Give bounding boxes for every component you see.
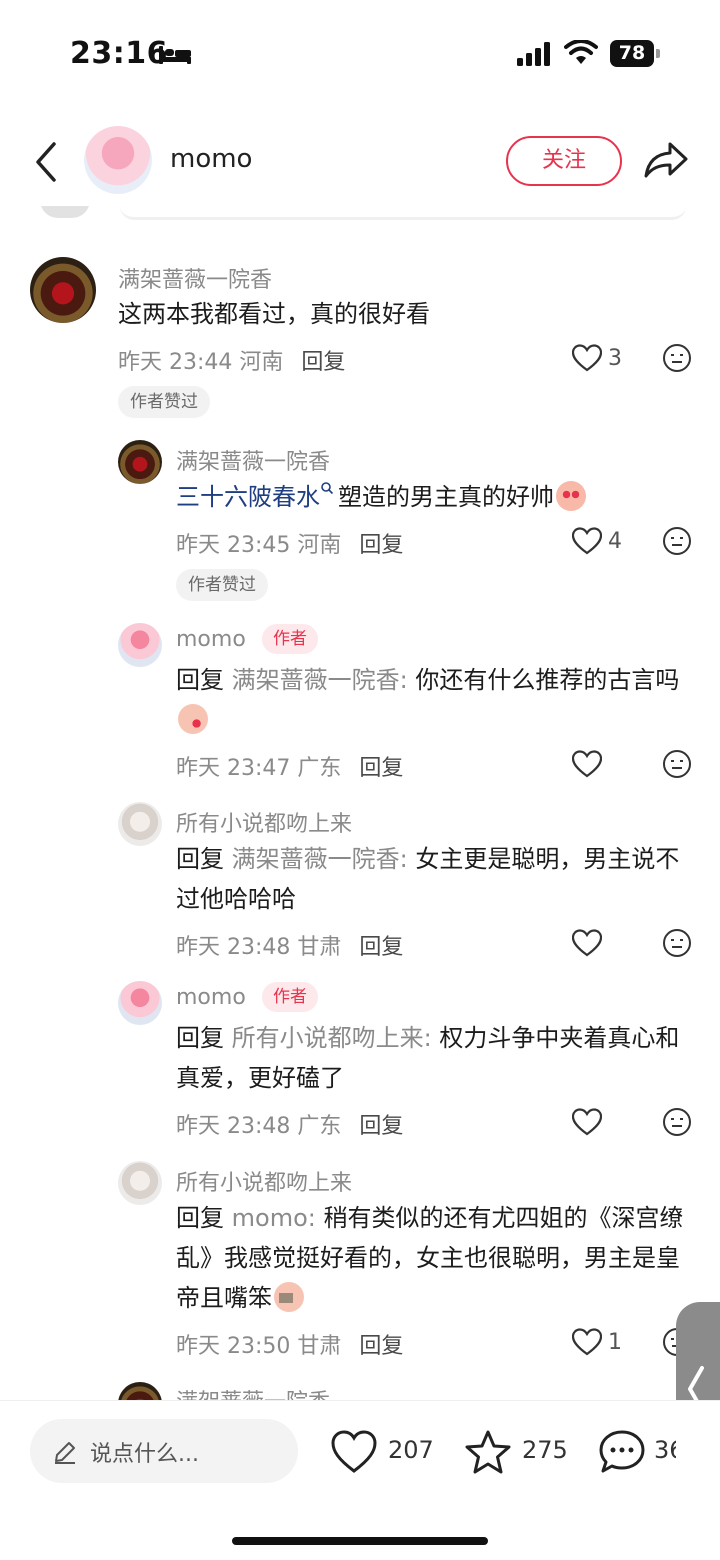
heart-icon[interactable] [572, 929, 602, 957]
reply-target[interactable]: 满架蔷薇一院香: [232, 666, 408, 694]
reply-button[interactable]: 回复 [301, 350, 345, 375]
comment-time-location: 昨天 23:50 甘肃 [176, 1334, 342, 1359]
star-icon[interactable] [464, 1429, 512, 1475]
author-name[interactable]: momo [170, 144, 252, 174]
commenter-avatar[interactable] [30, 257, 96, 323]
comment-meta: 昨天 23:48 广东 回复 [176, 1108, 403, 1140]
reply-button[interactable]: 回复 [359, 935, 403, 960]
reply-prefix: 回复 [176, 666, 224, 694]
author-liked-badge: 作者赞过 [176, 569, 268, 601]
comment-meta: 昨天 23:47 广东 回复 [176, 750, 403, 782]
comment-meta: 昨天 23:50 甘肃 回复 [176, 1328, 403, 1360]
pencil-icon [55, 1442, 75, 1464]
comment-body: 你还有什么推荐的古言吗 [415, 666, 680, 694]
comment-list[interactable]: 满架蔷薇一院香 这两本我都看过，真的很好看 昨天 23:44 河南 回复 3 作者… [0, 0, 720, 1400]
author-tag: 作者 [262, 624, 318, 654]
dislike-face-icon[interactable] [662, 526, 692, 556]
comment-text[interactable]: 这两本我都看过，真的很好看 [118, 294, 638, 334]
commenter-avatar[interactable] [118, 623, 162, 667]
comment-bubble-icon[interactable] [598, 1429, 646, 1475]
comment-text[interactable]: 回复 所有小说都吻上来: 权力斗争中夹着真心和真爱，更好磕了 [176, 1018, 696, 1098]
comment-time-location: 昨天 23:48 广东 [176, 1114, 342, 1139]
author-liked-badge: 作者赞过 [118, 386, 210, 418]
comment-meta: 昨天 23:44 河南 回复 [118, 344, 345, 376]
comment-time-location: 昨天 23:48 甘肃 [176, 935, 342, 960]
reply-target[interactable]: momo: [232, 1204, 316, 1232]
back-arrow-icon[interactable] [30, 140, 62, 184]
commenter-avatar[interactable] [118, 440, 162, 484]
follow-button[interactable]: 关注 [506, 136, 622, 186]
comment-body: 塑造的男主真的好帅 [338, 483, 554, 511]
commenter-avatar[interactable] [118, 802, 162, 846]
favorite-count: 275 [522, 1436, 568, 1464]
comment-text[interactable]: 三十六陂春水 塑造的男主真的好帅 [176, 477, 696, 517]
like-count: 207 [388, 1436, 434, 1464]
comment-time-location: 昨天 23:45 河南 [176, 533, 342, 558]
like-count: 4 [608, 529, 622, 554]
comment-count: 36 [654, 1436, 676, 1464]
reply-button[interactable]: 回复 [359, 533, 403, 558]
reply-target[interactable]: 满架蔷薇一院香: [232, 845, 408, 873]
comment-time-location: 昨天 23:44 河南 [118, 350, 284, 375]
like-count: 1 [608, 1330, 622, 1355]
mention-link[interactable]: 三十六陂春水 [176, 483, 320, 511]
heart-icon[interactable] [572, 527, 602, 555]
author-avatar[interactable] [84, 126, 152, 194]
reply-prefix: 回复 [176, 1024, 224, 1052]
commenter-avatar[interactable] [118, 981, 162, 1025]
like-count: 3 [608, 346, 622, 371]
reply-prefix: 回复 [176, 845, 224, 873]
dislike-face-icon[interactable] [662, 1107, 692, 1137]
dislike-face-icon[interactable] [662, 749, 692, 779]
like-heart-icon[interactable] [330, 1429, 378, 1475]
heart-icon[interactable] [572, 344, 602, 372]
home-indicator [232, 1537, 488, 1545]
reply-button[interactable]: 回复 [359, 1334, 403, 1359]
heart-icon[interactable] [572, 1108, 602, 1136]
comment-meta: 昨天 23:48 甘肃 回复 [176, 929, 403, 961]
reply-button[interactable]: 回复 [359, 756, 403, 781]
commenter-name[interactable]: 所有小说都吻上来 [176, 1165, 352, 1197]
reply-prefix: 回复 [176, 1204, 224, 1232]
commenter-avatar[interactable] [118, 1161, 162, 1205]
commenter-name[interactable]: momo [176, 627, 246, 652]
reply-target[interactable]: 所有小说都吻上来: [232, 1024, 432, 1052]
camera-face-emoji-icon [274, 1282, 304, 1312]
comment-text[interactable]: 回复 满架蔷薇一院香: 女主更是聪明，男主说不过他哈哈哈 [176, 839, 696, 919]
comment-input[interactable]: 说点什么... [30, 1419, 298, 1483]
previous-card-edge [120, 206, 686, 220]
comment-time-location: 昨天 23:47 广东 [176, 756, 342, 781]
comment-input-placeholder: 说点什么... [90, 1442, 199, 1467]
kiss-emoji-icon [178, 704, 208, 734]
reply-button[interactable]: 回复 [359, 1114, 403, 1139]
dislike-face-icon[interactable] [662, 343, 692, 373]
commenter-name[interactable]: momo [176, 985, 246, 1010]
bottom-action-bar: 说点什么... 207 275 36 [0, 1400, 720, 1560]
commenter-name[interactable]: 满架蔷薇一院香 [176, 444, 330, 476]
heart-eyes-emoji-icon [556, 481, 586, 511]
comment-text[interactable]: 回复 momo: 稍有类似的还有尤四姐的《深宫缭乱》我感觉挺好看的，女主也很聪明… [176, 1198, 696, 1318]
post-header: momo 关注 [0, 110, 720, 206]
search-icon [321, 482, 334, 495]
commenter-name[interactable]: 所有小说都吻上来 [176, 806, 352, 838]
commenter-avatar[interactable] [118, 1382, 162, 1400]
share-icon[interactable] [644, 140, 688, 180]
author-tag: 作者 [262, 982, 318, 1012]
dislike-face-icon[interactable] [662, 928, 692, 958]
commenter-name[interactable]: 满架蔷薇一院香 [118, 262, 272, 294]
commenter-name[interactable]: 满架蔷薇一院香 [176, 1384, 330, 1400]
comment-text[interactable]: 回复 满架蔷薇一院香: 你还有什么推荐的古言吗 [176, 660, 696, 740]
heart-icon[interactable] [572, 1328, 602, 1356]
comment-meta: 昨天 23:45 河南 回复 [176, 527, 403, 559]
heart-icon[interactable] [572, 750, 602, 778]
